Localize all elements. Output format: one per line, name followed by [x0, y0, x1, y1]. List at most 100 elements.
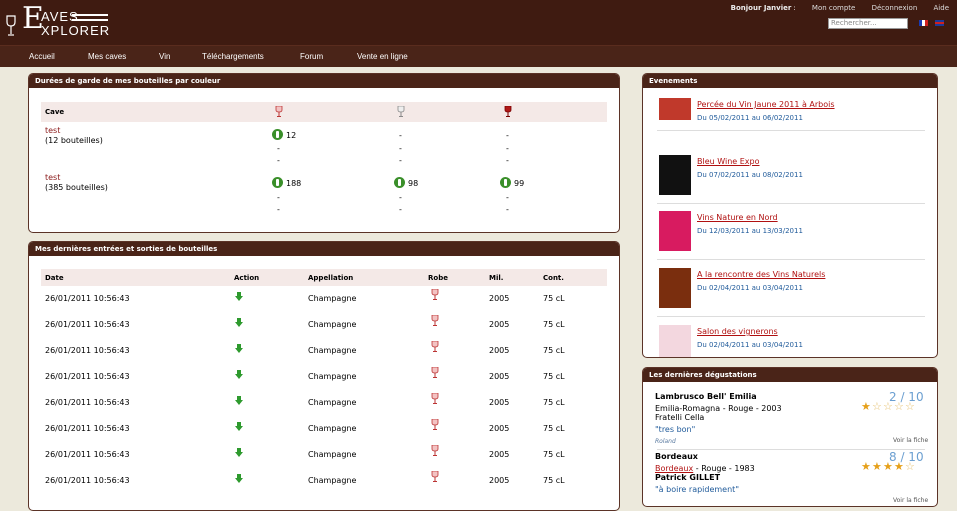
- event-title[interactable]: Vins Nature en Nord: [697, 213, 778, 222]
- wine-region: Emilia-Romagna - Rouge - 2003: [655, 404, 782, 413]
- cell-value: -: [277, 144, 280, 153]
- event-title[interactable]: Bleu Wine Expo: [697, 157, 760, 166]
- event-thumbnail[interactable]: [659, 155, 691, 195]
- link-aide[interactable]: Aide: [934, 4, 949, 12]
- panel-mouvements: Mes dernières entrées et sorties de bout…: [28, 241, 620, 511]
- flag-fr-icon[interactable]: [919, 20, 928, 26]
- row-contenance: 75 cL: [543, 424, 565, 433]
- row-date: 26/01/2011 10:56:43: [45, 294, 130, 303]
- bottle-green-icon: [272, 177, 283, 188]
- row-millesime: 2005: [489, 294, 510, 303]
- cave-count: (385 bouteilles): [45, 183, 108, 192]
- panel-evenements: Evenements Percée du Vin Jaune 2011 à Ar…: [642, 73, 938, 358]
- panel-degustations: Les dernières dégustations Lambrusco Bel…: [642, 367, 938, 507]
- top-links: Bonjour Janvier: Mon compte Déconnexion …: [717, 4, 949, 12]
- tasting-comment: "à boire rapidement": [655, 485, 739, 494]
- event-thumbnail[interactable]: [659, 98, 691, 120]
- region-link[interactable]: Bordeaux: [655, 464, 693, 473]
- cell-value: -: [277, 193, 280, 202]
- event-thumbnail[interactable]: [659, 211, 691, 251]
- col-action: Action: [234, 274, 260, 282]
- panel-durees-garde: Durées de garde de mes bouteilles par co…: [28, 73, 620, 233]
- event-date: Du 12/03/2011 au 13/03/2011: [697, 227, 803, 235]
- cell-value: -: [506, 156, 509, 165]
- cave-name[interactable]: test: [45, 126, 60, 135]
- arrow-down-icon: [235, 474, 243, 483]
- arrow-down-icon: [235, 370, 243, 379]
- divider: [657, 449, 925, 450]
- rose-glass-icon: [431, 445, 439, 456]
- row-contenance: 75 cL: [543, 294, 565, 303]
- event-title[interactable]: Percée du Vin Jaune 2011 à Arbois: [697, 100, 835, 109]
- star-filled-icon: ★: [894, 460, 904, 473]
- nav-forum[interactable]: Forum: [300, 52, 323, 61]
- cell-value: -: [277, 205, 280, 214]
- col-millesime: Mil.: [489, 274, 504, 282]
- nav-vente-en-ligne[interactable]: Vente en ligne: [357, 52, 408, 61]
- event-date: Du 07/02/2011 au 08/02/2011: [697, 171, 803, 179]
- row-millesime: 2005: [489, 398, 510, 407]
- rating-stars: ★ ☆ ☆ ☆ ☆: [861, 400, 931, 414]
- logo-word1: AVES: [41, 9, 79, 24]
- arrow-down-icon: [235, 318, 243, 327]
- row-appellation: Champagne: [308, 346, 357, 355]
- rose-glass-icon: [431, 341, 439, 352]
- row-millesime: 2005: [489, 450, 510, 459]
- event-title[interactable]: A la rencontre des Vins Naturels: [697, 270, 825, 279]
- wine-region: Bordeaux - Rouge - 1983: [655, 464, 755, 473]
- col-robe: Robe: [428, 274, 448, 282]
- event-title[interactable]: Salon des vignerons: [697, 327, 778, 336]
- star-filled-icon: ★: [883, 460, 893, 473]
- cave-name[interactable]: test: [45, 173, 60, 182]
- flag-en-icon[interactable]: [935, 20, 944, 26]
- wine-name: Lambrusco Bell' Emilia: [655, 392, 757, 401]
- row-millesime: 2005: [489, 346, 510, 355]
- star-empty-icon: ☆: [872, 400, 882, 413]
- cell-value: 188: [286, 179, 302, 188]
- star-filled-icon: ★: [861, 400, 871, 413]
- panel-title: Durées de garde de mes bouteilles par co…: [29, 74, 619, 88]
- event-thumbnail[interactable]: [659, 325, 691, 357]
- nav-mes-caves[interactable]: Mes caves: [88, 52, 126, 61]
- row-date: 26/01/2011 10:56:43: [45, 476, 130, 485]
- cell-value: -: [506, 193, 509, 202]
- rose-glass-icon: [431, 393, 439, 404]
- row-appellation: Champagne: [308, 398, 357, 407]
- rose-glass-icon: [431, 367, 439, 378]
- nav-vin[interactable]: Vin: [159, 52, 170, 61]
- region-rest: - Rouge - 1983: [693, 464, 755, 473]
- row-contenance: 75 cL: [543, 450, 565, 459]
- wine-glass-icon: [6, 15, 16, 36]
- nav-accueil[interactable]: Accueil: [29, 52, 55, 61]
- bottle-green-icon: [272, 129, 283, 140]
- tasting-comment: "tres bon": [655, 425, 696, 434]
- cell-value: 99: [514, 179, 525, 188]
- cell-value: -: [506, 131, 509, 140]
- event-thumbnail[interactable]: [659, 268, 691, 308]
- view-sheet-link[interactable]: Voir la fiche: [893, 437, 928, 444]
- row-appellation: Champagne: [308, 424, 357, 433]
- link-mon-compte[interactable]: Mon compte: [812, 4, 855, 12]
- cave-count: (12 bouteilles): [45, 136, 103, 145]
- row-contenance: 75 cL: [543, 346, 565, 355]
- link-deconnexion[interactable]: Déconnexion: [872, 4, 918, 12]
- greeting-colon: :: [793, 4, 796, 12]
- bottle-green-icon: [500, 177, 511, 188]
- divider: [657, 130, 925, 131]
- rose-glass-icon: [431, 419, 439, 430]
- row-date: 26/01/2011 10:56:43: [45, 320, 130, 329]
- cell-value: 98: [408, 179, 419, 188]
- arrow-down-icon: [235, 448, 243, 457]
- star-empty-icon: ☆: [905, 460, 915, 473]
- caves-explorer-logo[interactable]: E AVES XPLORER: [4, 2, 116, 39]
- row-millesime: 2005: [489, 476, 510, 485]
- arrow-down-icon: [235, 422, 243, 431]
- logo-bar: [72, 14, 108, 16]
- search-input[interactable]: Rechercher...: [828, 18, 908, 29]
- tasting-author[interactable]: Roland: [655, 438, 676, 445]
- star-empty-icon: ☆: [905, 400, 915, 413]
- nav-telechargements[interactable]: Téléchargements: [202, 52, 264, 61]
- star-empty-icon: ☆: [883, 400, 893, 413]
- row-appellation: Champagne: [308, 294, 357, 303]
- panel-title: Evenements: [643, 74, 937, 88]
